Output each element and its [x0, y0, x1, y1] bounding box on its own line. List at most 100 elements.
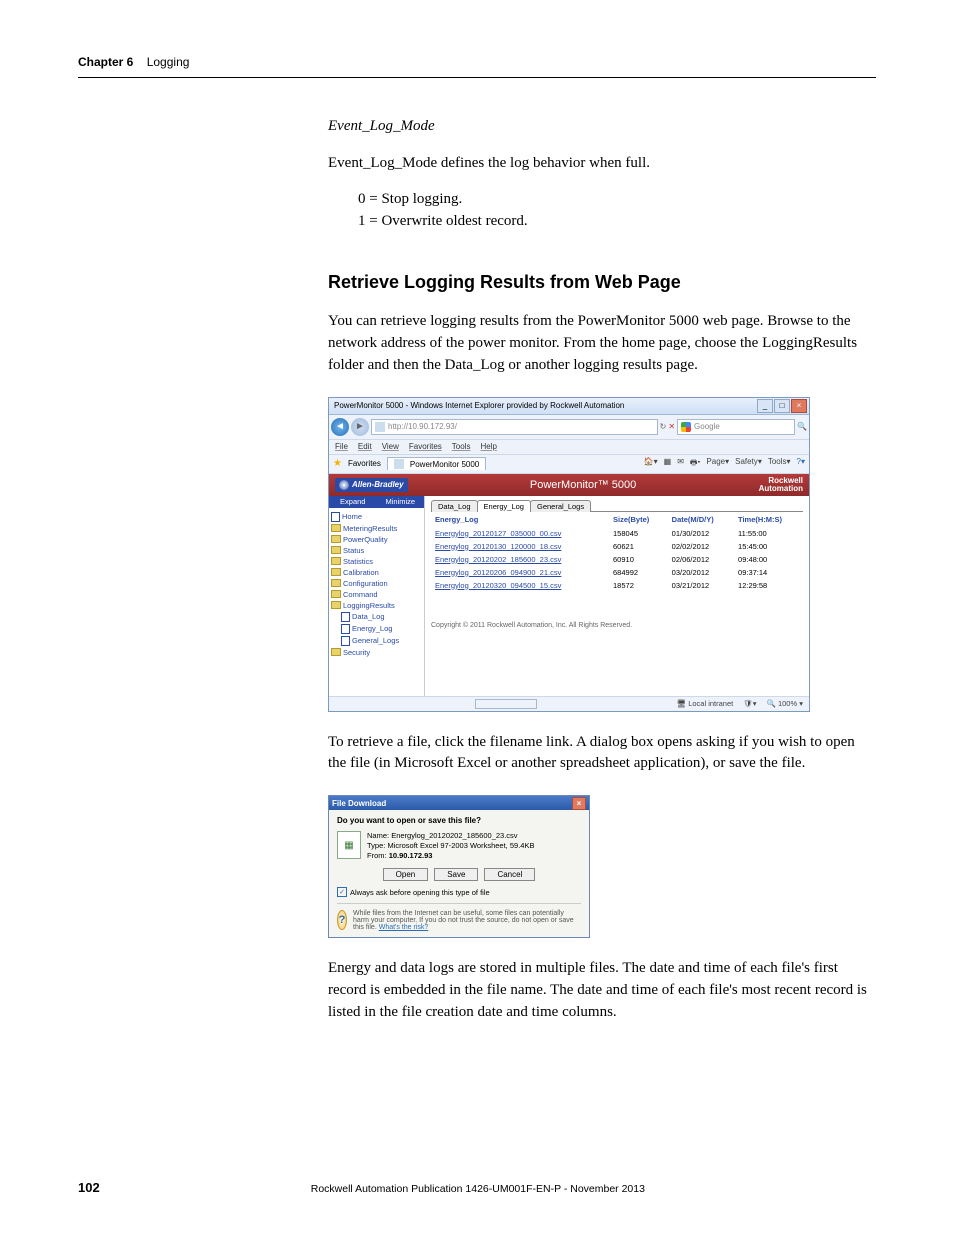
table-row: Energylog_20120202_185600_23.csv6091002/… [431, 553, 803, 566]
col-header: Energy_Log [431, 511, 609, 527]
back-button[interactable]: ◄ [331, 418, 349, 436]
browser-tab[interactable]: PowerMonitor 5000 [387, 457, 486, 470]
favorites-label[interactable]: Favorites [348, 459, 381, 468]
page-icon [331, 512, 340, 522]
dialog-title: File Download [332, 799, 386, 808]
tree-child[interactable]: General_Logs [341, 635, 422, 647]
menu-help[interactable]: Help [480, 442, 496, 451]
save-button[interactable]: Save [434, 868, 478, 881]
maximize-button[interactable]: □ [774, 399, 790, 413]
allen-bradley-logo: Allen-Bradley [335, 478, 408, 492]
window-titlebar: PowerMonitor 5000 - Windows Internet Exp… [329, 398, 809, 415]
forward-button[interactable]: ► [351, 418, 369, 436]
address-bar[interactable]: http://10.90.172.93/ [371, 419, 658, 435]
feeds-icon[interactable]: ▦ [664, 457, 672, 471]
file-link[interactable]: Energylog_20120206_094900_21.csv [435, 568, 561, 577]
menu-file[interactable]: File [335, 442, 348, 451]
col-header: Time(H:M:S) [734, 511, 803, 527]
tree-item[interactable]: MeteringResults [331, 523, 422, 534]
dialog-question: Do you want to open or save this file? [337, 816, 581, 825]
folder-icon [331, 568, 341, 576]
subsection-heading: Event_Log_Mode [328, 118, 876, 135]
close-button[interactable]: × [791, 399, 807, 413]
minimize-button[interactable]: Minimize [377, 496, 425, 508]
tree-item[interactable]: Command [331, 589, 422, 600]
google-icon [681, 422, 691, 432]
security-zone: 🖥 Local intranet [677, 699, 734, 708]
window-title: PowerMonitor 5000 - Windows Internet Exp… [331, 401, 756, 410]
tools-menu[interactable]: Tools▾ [768, 457, 791, 471]
tree-item[interactable]: Statistics [331, 556, 422, 567]
minimize-button[interactable]: _ [757, 399, 773, 413]
cancel-button[interactable]: Cancel [484, 868, 535, 881]
risk-link[interactable]: What's the risk? [379, 924, 429, 931]
folder-icon [331, 601, 341, 609]
body-paragraph: Event_Log_Mode defines the log behavior … [328, 153, 876, 175]
menu-view[interactable]: View [382, 442, 399, 451]
file-link[interactable]: Energylog_20120130_120000_18.csv [435, 542, 561, 551]
file-link[interactable]: Energylog_20120320_094500_15.csv [435, 581, 561, 590]
tree-item[interactable]: Calibration [331, 567, 422, 578]
stop-icon[interactable]: ✕ [668, 422, 675, 431]
body-paragraph: Energy and data logs are stored in multi… [328, 958, 876, 1023]
tree-child[interactable]: Data_Log [341, 611, 422, 623]
folder-icon [331, 535, 341, 543]
expand-button[interactable]: Expand [329, 496, 377, 508]
always-ask-checkbox[interactable]: ✓ [337, 887, 347, 897]
warning-text: While files from the Internet can be use… [353, 910, 581, 931]
tree-item[interactable]: Status [331, 545, 422, 556]
refresh-icon[interactable]: ↻ [660, 422, 667, 431]
mail-icon[interactable]: ✉ [677, 457, 684, 471]
search-box[interactable]: Google [677, 419, 795, 435]
publication-info: Rockwell Automation Publication 1426-UM0… [311, 1183, 645, 1195]
option-line: 1 = Overwrite oldest record. [358, 211, 876, 233]
progress-bar [475, 699, 537, 709]
tree-home[interactable]: Home [331, 511, 422, 523]
status-bar: 🖥 Local intranet 🛡▾ 🔍 100% ▾ [329, 696, 809, 711]
file-link[interactable]: Energylog_20120127_035000_00.csv [435, 529, 561, 538]
page-menu[interactable]: Page▾ [706, 457, 729, 471]
tab-data-log[interactable]: Data_Log [431, 500, 478, 512]
browser-screenshot: PowerMonitor 5000 - Windows Internet Exp… [328, 397, 876, 712]
zoom-level[interactable]: 🔍 100% ▾ [767, 699, 803, 708]
product-title: PowerMonitor™ 5000 [530, 479, 636, 491]
help-icon[interactable]: ?▾ [797, 457, 805, 471]
menu-bar: File Edit View Favorites Tools Help [329, 440, 809, 455]
table-row: Energylog_20120206_094900_21.csv68499203… [431, 566, 803, 579]
menu-edit[interactable]: Edit [358, 442, 372, 451]
log-table: Energy_Log Size(Byte) Date(M/D/Y) Time(H… [431, 511, 803, 592]
print-icon[interactable]: 🖶▾ [690, 457, 701, 471]
tree-item[interactable]: PowerQuality [331, 534, 422, 545]
tree-item[interactable]: Security [331, 647, 422, 658]
protected-mode-icon: 🛡▾ [743, 699, 756, 708]
tab-general-logs[interactable]: General_Logs [530, 500, 591, 512]
option-line: 0 = Stop logging. [358, 189, 876, 211]
body-paragraph: To retrieve a file, click the filename l… [328, 732, 876, 776]
folder-icon [331, 590, 341, 598]
tree-child[interactable]: Energy_Log [341, 623, 422, 635]
table-row: Energylog_20120130_120000_18.csv6062102/… [431, 540, 803, 553]
safety-menu[interactable]: Safety▾ [735, 457, 762, 471]
search-go-icon[interactable]: 🔍 [797, 422, 807, 431]
file-metadata: Name: Energylog_20120202_185600_23.csv T… [367, 831, 534, 860]
header-rule [78, 77, 876, 78]
folder-icon [331, 579, 341, 587]
page-icon [375, 422, 385, 432]
dialog-close-button[interactable]: × [572, 797, 586, 810]
body-paragraph: You can retrieve logging results from th… [328, 311, 876, 376]
folder-icon [331, 546, 341, 554]
table-row: Energylog_20120127_035000_00.csv15804501… [431, 527, 803, 540]
open-button[interactable]: Open [383, 868, 429, 881]
file-link[interactable]: Energylog_20120202_185600_23.csv [435, 555, 561, 564]
value-list: 0 = Stop logging. 1 = Overwrite oldest r… [358, 189, 876, 233]
favorites-star-icon[interactable]: ★ [333, 458, 342, 469]
home-icon[interactable]: 🏠▾ [644, 457, 658, 471]
tab-energy-log[interactable]: Energy_Log [477, 500, 531, 512]
dialog-screenshot: File Download × Do you want to open or s… [328, 795, 876, 938]
dialog-titlebar: File Download × [329, 796, 589, 810]
menu-tools[interactable]: Tools [452, 442, 471, 451]
tree-item[interactable]: Configuration [331, 578, 422, 589]
warning-icon: ? [337, 910, 347, 930]
menu-favorites[interactable]: Favorites [409, 442, 442, 451]
tree-item[interactable]: LoggingResults [331, 600, 422, 611]
